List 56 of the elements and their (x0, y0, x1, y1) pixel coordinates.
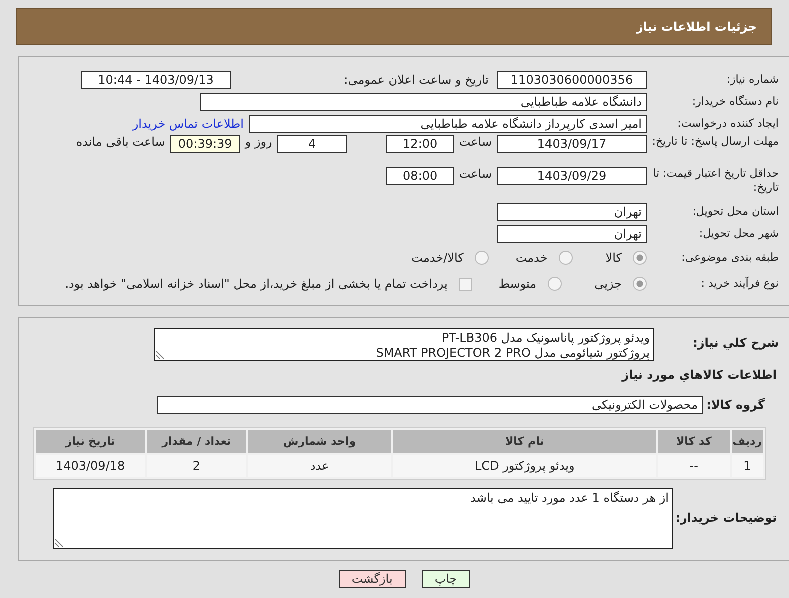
date-field: 1403/09/29 (497, 167, 647, 185)
resize-grip-icon (55, 538, 63, 546)
field-label: ساعت (459, 167, 492, 181)
time-field: 08:00 (386, 167, 454, 185)
table-cell: 2 (147, 455, 246, 477)
table-cell: ویدئو پروژکتور LCD (393, 455, 656, 477)
checkbox[interactable] (458, 278, 472, 290)
field-label: ساعت باقی مانده (76, 135, 166, 149)
field-label: روز و (245, 135, 272, 149)
back-button[interactable]: بازگشت (338, 570, 406, 588)
column-header: کد کالا (658, 430, 730, 453)
date-field: 1403/09/17 (497, 135, 647, 153)
column-header: تاریخ نیاز (36, 430, 146, 453)
field-label: حداقل تاریخ اعتبار قیمت: تا تاریخ: (652, 167, 780, 194)
field-label: ایجاد کننده درخواست: (676, 117, 780, 131)
field-label: استان محل تحویل: (692, 205, 780, 219)
contact-link[interactable]: اطلاعات تماس خریدار (132, 117, 244, 131)
radio-button[interactable] (633, 251, 647, 265)
field-label: تاریخ و ساعت اعلان عمومی: (344, 73, 489, 87)
column-header: تعداد / مقدار (147, 430, 246, 453)
radio-label: متوسط (498, 277, 537, 291)
field-label: توضیحات خریدار: (674, 510, 778, 526)
field-label: ساعت (459, 135, 492, 149)
field-label: شهر محل تحویل: (698, 227, 780, 241)
field-label: مهلت ارسال پاسخ: تا تاریخ: (651, 135, 780, 149)
checkbox-label: پرداخت تمام یا بخشی از مبلغ خرید،از محل "اسناد خزانه اسلامی" خواهد بود. (65, 277, 448, 291)
radio-button[interactable] (633, 277, 647, 291)
column-header: ردیف (732, 430, 763, 453)
remaining-time-field: 00:39:39 (170, 135, 240, 153)
page-title: جزئیات اطلاعات نیاز (636, 20, 757, 34)
column-header: واحد شمارش (248, 430, 392, 453)
radio-label: کالا (606, 251, 622, 265)
radio-label: کالا/خدمت (412, 251, 464, 265)
radio-button[interactable] (548, 277, 562, 291)
radio-label: خدمت (516, 251, 548, 265)
description-box: ویدئو پروژکتور پاناسونیک مدل PT-LB306 پروژکتور شیائومی مدل SMART PROJECTOR 2 PRO (154, 328, 654, 361)
notes-box: از هر دستگاه 1 عدد مورد تایید می باشد (53, 488, 673, 548)
table-cell: 1 (732, 455, 763, 477)
table-cell: 1403/09/18 (36, 455, 146, 477)
radio-button[interactable] (558, 251, 573, 265)
field-label: شماره نیاز: (726, 73, 780, 87)
field-label: گروه کالا: (706, 398, 766, 412)
field-label: نوع فرآیند خرید : (700, 277, 780, 291)
print-button[interactable]: چاپ (422, 570, 470, 588)
resize-grip-icon (156, 351, 164, 359)
field-label: شرح کلي نياز: (692, 335, 780, 351)
section-title: اطلاعات كالاهاي مورد نياز (620, 367, 778, 384)
time-field: 12:00 (386, 135, 454, 153)
column-header: نام کالا (393, 430, 656, 453)
field-label: نام دستگاه خریدار: (691, 95, 780, 109)
days-field: 4 (277, 135, 348, 153)
field-label: طبقه بندی موضوعی: (680, 251, 780, 265)
table-cell: -- (658, 455, 730, 477)
table-cell: عدد (248, 455, 392, 477)
radio-label: جزیی (594, 277, 622, 291)
radio-button[interactable] (474, 251, 489, 265)
